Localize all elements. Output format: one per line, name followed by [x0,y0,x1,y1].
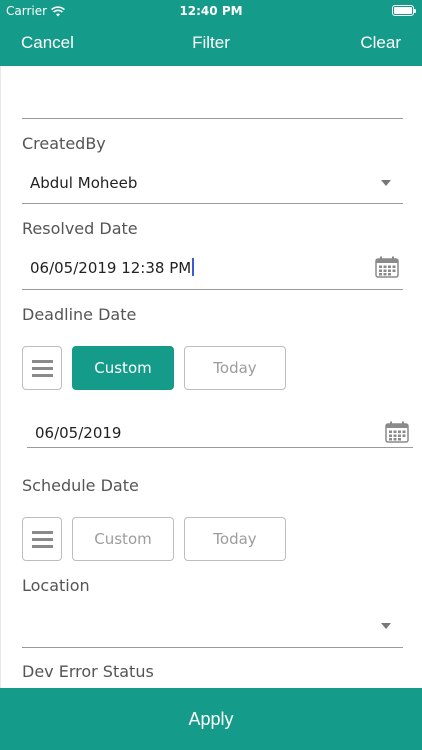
schedule-custom-button[interactable]: Custom [72,517,174,561]
previous-field-underline [22,118,403,119]
schedule-date-label: Schedule Date [22,476,139,495]
battery-icon [392,5,416,16]
schedule-menu-button[interactable] [22,517,62,561]
created-by-underline [22,203,403,204]
status-time: 12:40 PM [179,4,243,18]
location-label: Location [22,576,90,595]
resolved-date-label: Resolved Date [22,219,138,238]
calendar-icon[interactable] [375,256,399,278]
dev-error-status-label: Dev Error Status [22,662,154,681]
created-by-value[interactable]: Abdul Moheeb [30,174,137,192]
page-title: Filter [192,33,230,52]
deadline-date-label: Deadline Date [22,305,137,324]
header: Carrier 12:40 PM Cancel Filter Clear [0,0,422,66]
location-underline [22,647,403,648]
deadline-date-value[interactable]: 06/05/2019 [35,424,121,442]
clear-button[interactable]: Clear [360,33,401,53]
resolved-date-value: 06/05/2019 12:38 PM [30,259,192,277]
resolved-date-underline [22,289,403,290]
calendar-icon[interactable] [385,421,409,443]
nav-bar: Cancel Filter Clear [0,22,422,66]
created-by-label: CreatedBy [22,134,106,153]
schedule-today-button[interactable]: Today [184,517,286,561]
dropdown-arrow-icon[interactable] [381,623,391,629]
dropdown-arrow-icon[interactable] [381,180,391,186]
status-bar: Carrier 12:40 PM [0,0,422,22]
deadline-today-button[interactable]: Today [184,346,286,390]
filter-form[interactable]: CreatedBy Abdul Moheeb Resolved Date 06/… [0,66,422,688]
deadline-date-underline [27,447,413,448]
apply-button[interactable]: Apply [0,688,422,750]
deadline-custom-button[interactable]: Custom [72,346,174,390]
text-cursor [192,258,195,276]
deadline-menu-button[interactable] [22,346,62,390]
resolved-date-input[interactable]: 06/05/2019 12:38 PM [30,258,195,277]
